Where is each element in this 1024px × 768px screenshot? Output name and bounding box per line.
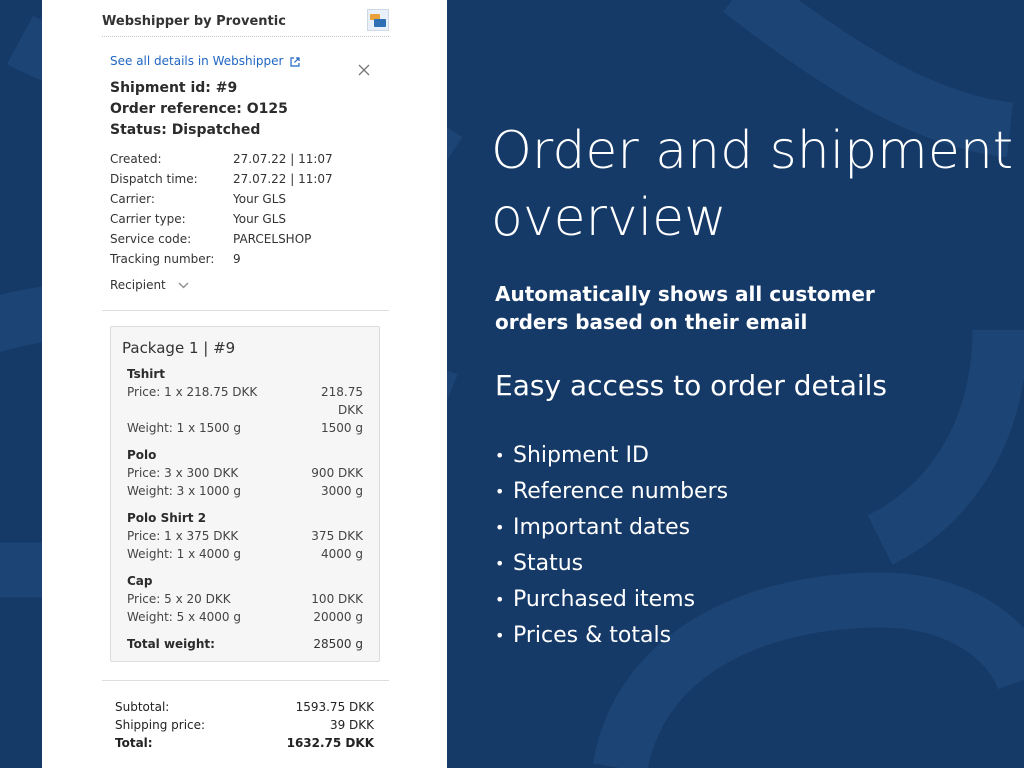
total-weight-value: 28500 g [313, 637, 363, 651]
item-price-value: 900 DKK [311, 466, 363, 480]
dispatch-time-value: 27.07.22 | 11:07 [233, 172, 333, 186]
divider [102, 310, 389, 311]
total-value: 1632.75 DKK [286, 736, 374, 750]
see-details-link[interactable]: See all details in Webshipper [110, 54, 300, 68]
list-item: • Reference numbers [495, 479, 729, 504]
chevron-down-icon [178, 282, 189, 289]
item-name: Tshirt [127, 367, 166, 381]
tracking-number-value: 9 [233, 252, 241, 266]
list-item-label: Important dates [513, 515, 691, 540]
shipping-price-label: Shipping price: [115, 718, 206, 732]
order-reference: Order reference: O125 [110, 101, 288, 117]
total-label: Total: [115, 736, 153, 750]
item-name: Polo [127, 448, 157, 462]
dispatch-time-label: Dispatch time: [110, 172, 198, 186]
panel-content: See all details in Webshipper Shipment i… [42, 0, 447, 768]
recipient-toggle[interactable]: Recipient [110, 278, 189, 292]
main-heading: Order and shipment overview [491, 121, 1014, 248]
item-name: Cap [127, 574, 153, 588]
list-item: • Status [495, 551, 584, 576]
external-link-icon [290, 56, 300, 67]
recipient-label: Recipient [110, 278, 166, 292]
shipment-status: Status: Dispatched [110, 122, 261, 138]
item-price-label: Price: 3 x 300 DKK [127, 466, 239, 480]
list-item-label: Prices & totals [513, 623, 672, 648]
total-weight-label: Total weight: [127, 637, 215, 651]
item-weight-label: Weight: 1 x 4000 g [127, 547, 241, 561]
list-item: • Important dates [495, 515, 691, 540]
list-item-label: Reference numbers [513, 479, 729, 504]
service-code-label: Service code: [110, 232, 192, 246]
item-name: Polo Shirt 2 [127, 511, 207, 525]
details-link-label: See all details in Webshipper [110, 54, 284, 68]
item-weight-label: Weight: 5 x 4000 g [127, 610, 241, 624]
created-value: 27.07.22 | 11:07 [233, 152, 333, 166]
service-code-value: PARCELSHOP [233, 232, 312, 246]
feature-list: • Shipment ID • Reference numbers • Importa… [495, 438, 728, 654]
package-card: Package 1 | #9 Tshirt Price: 1 x 218.75 … [110, 326, 380, 662]
item-price-value: 218.75 DKK [321, 385, 363, 417]
shipping-price-value: 39 DKK [329, 718, 374, 732]
close-icon[interactable] [358, 64, 370, 76]
carrier-value: Your GLS [233, 192, 287, 206]
package-title: Package 1 | #9 [122, 339, 236, 357]
subtotal-value: 1593.75 DKK [295, 700, 374, 714]
item-price-label: Price: 5 x 20 DKK [127, 592, 231, 606]
divider [102, 680, 389, 681]
item-weight-value: 3000 g [321, 484, 363, 498]
item-weight-label: Weight: 1 x 1500 g [127, 421, 241, 435]
shipment-id: Shipment id: #9 [110, 80, 238, 96]
tracking-number-label: Tracking number: [110, 252, 215, 266]
item-price-value: 375 DKK [311, 529, 363, 543]
item-weight-value: 20000 g [313, 610, 363, 624]
feature-subheading: Easy access to order details [495, 369, 888, 402]
list-item: • Shipment ID [495, 443, 649, 468]
carrier-label: Carrier: [110, 192, 155, 206]
carrier-type-value: Your GLS [233, 212, 287, 226]
item-weight-label: Weight: 3 x 1000 g [127, 484, 241, 498]
created-label: Created: [110, 152, 162, 166]
item-price-value: 100 DKK [311, 592, 363, 606]
item-weight-value: 1500 g [321, 421, 363, 435]
subtotal-label: Subtotal: [115, 700, 170, 714]
carrier-type-label: Carrier type: [110, 212, 186, 226]
item-price-label: Price: 1 x 218.75 DKK [127, 385, 258, 399]
item-price-label: Price: 1 x 375 DKK [127, 529, 239, 543]
list-item-label: Purchased items [513, 587, 696, 612]
item-weight-value: 4000 g [321, 547, 363, 561]
list-item: • Purchased items [495, 587, 696, 612]
feature-headline: Automatically shows all customer orders … [495, 282, 875, 334]
list-item-label: Status [513, 551, 584, 576]
list-item: • Prices & totals [495, 623, 672, 648]
list-item-label: Shipment ID [513, 443, 649, 468]
